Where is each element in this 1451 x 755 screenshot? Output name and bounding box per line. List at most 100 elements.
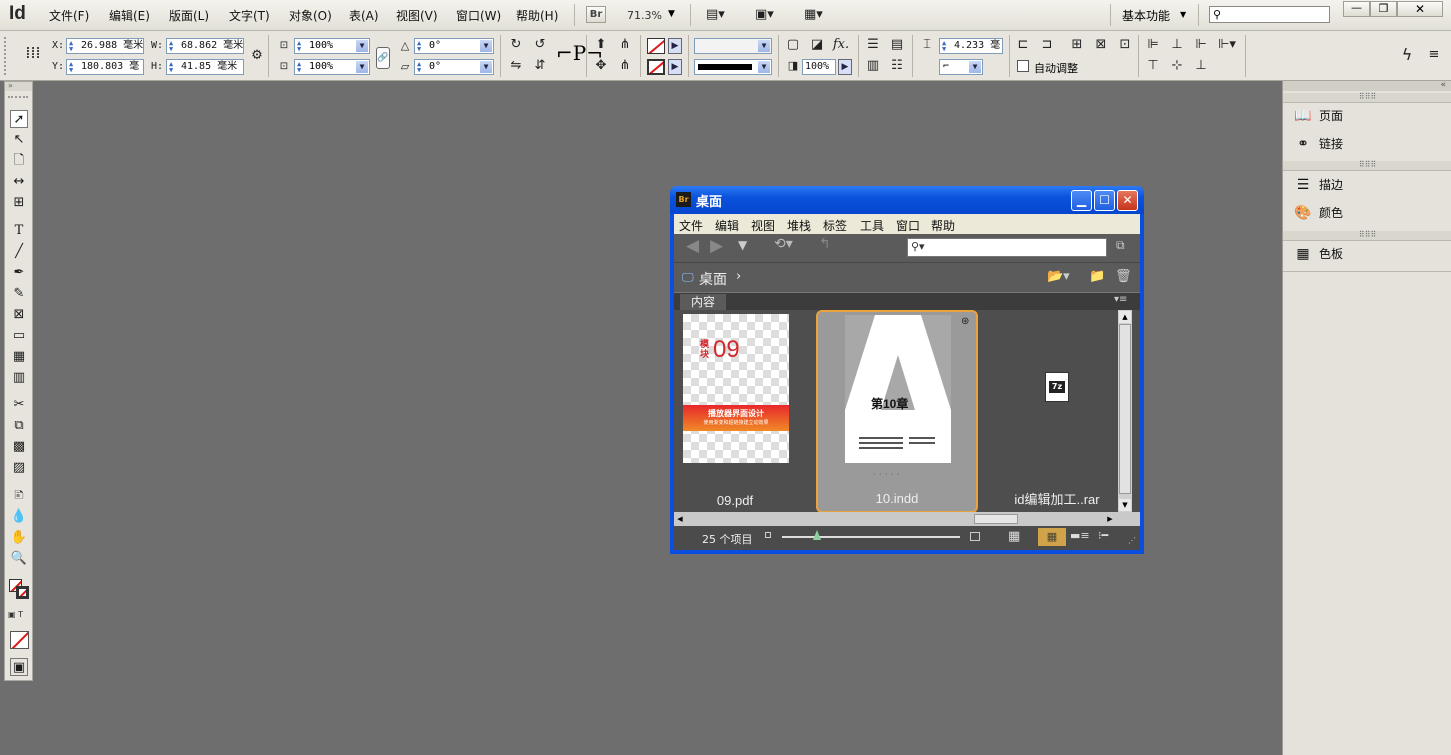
- type-tool-icon[interactable]: T: [10, 222, 28, 240]
- stroke-weight-dropdown[interactable]: ▼: [694, 38, 772, 54]
- close-button[interactable]: ✕: [1397, 1, 1443, 17]
- panel-grip[interactable]: [8, 96, 28, 99]
- bridge-menu-help[interactable]: 帮助: [931, 217, 955, 234]
- view-list-icon[interactable]: ⁝━: [1098, 529, 1108, 542]
- arrange-documents-icon[interactable]: ▦▾: [804, 6, 823, 24]
- breadcrumb-chevron-icon[interactable]: ›: [736, 269, 741, 284]
- formatting-affects-icon[interactable]: ▣ T: [8, 610, 23, 619]
- fill-stroke-swatches-icon[interactable]: [9, 579, 29, 599]
- pages-panel-tab[interactable]: 📖 页面: [1293, 105, 1343, 127]
- scissors-tool-icon[interactable]: ✂: [10, 396, 28, 414]
- panel-group-grip[interactable]: ⠿⠿⠿: [1283, 231, 1451, 241]
- flip-vertical-icon[interactable]: ⇵: [531, 57, 549, 75]
- eyedropper-tool-icon[interactable]: 💧: [10, 508, 28, 526]
- workspace-dropdown-icon[interactable]: ▼: [1180, 10, 1186, 19]
- scrollbar-thumb[interactable]: [1119, 324, 1131, 494]
- back-arrow-icon[interactable]: ◀: [686, 236, 699, 256]
- y-position-field[interactable]: ▲ ▼ 180.803 毫: [66, 59, 144, 75]
- menu-window[interactable]: 窗口(W): [456, 7, 501, 24]
- breadcrumb-desktop[interactable]: 桌面: [699, 269, 727, 289]
- hand-tool-icon[interactable]: ✋: [10, 529, 28, 547]
- dock-collapse-icon[interactable]: «: [1283, 81, 1451, 91]
- restore-button[interactable]: ❐: [1370, 1, 1397, 17]
- pencil-tool-icon[interactable]: ✎: [10, 285, 28, 303]
- constrain-proportions-icon[interactable]: ⚙: [248, 47, 266, 65]
- color-panel-tab[interactable]: 🎨 颜色: [1293, 202, 1343, 224]
- scroll-right-icon[interactable]: ▶: [1104, 513, 1116, 525]
- apply-none-icon[interactable]: [10, 631, 29, 649]
- content-collector-tool-icon[interactable]: ⊞: [10, 194, 28, 212]
- screen-mode-icon[interactable]: ▣▾: [755, 6, 774, 24]
- rectangle-frame-tool-icon[interactable]: ⊠: [10, 306, 28, 324]
- corner-shape-dropdown[interactable]: ⌐ ▼: [939, 59, 983, 75]
- shear-angle-dropdown[interactable]: ▲ ▼ 0° ▼: [414, 59, 494, 75]
- quick-apply-icon[interactable]: ϟ: [1398, 46, 1416, 64]
- thumbnail-item[interactable]: 模块 09 播放器界面设计 使用渐变和超链接建立动效果 09.pdf: [678, 310, 792, 513]
- thumbnail-large-icon[interactable]: [970, 532, 980, 541]
- bridge-maximize-button[interactable]: ☐: [1094, 190, 1115, 211]
- text-wrap-jump-icon[interactable]: ☷: [888, 57, 906, 75]
- grid-lock-icon[interactable]: ▦: [1008, 529, 1020, 544]
- fill-swatch-icon[interactable]: [647, 38, 665, 54]
- view-thumbnails-icon[interactable]: ▦: [1038, 528, 1066, 546]
- slider-handle[interactable]: [813, 530, 821, 540]
- align-right-icon[interactable]: ⊩: [1192, 36, 1210, 54]
- page-tool-icon[interactable]: 🗋: [10, 152, 28, 170]
- link-scale-icon[interactable]: 🔗: [376, 47, 390, 69]
- align-center-icon[interactable]: ⊥: [1168, 36, 1186, 54]
- bridge-menu-stack[interactable]: 堆栈: [787, 217, 811, 234]
- stroke-menu-icon[interactable]: ▶: [668, 59, 682, 75]
- align-bottom-icon[interactable]: ⊥: [1192, 57, 1210, 75]
- scale-y-dropdown[interactable]: ▲ ▼ 100% ▼: [294, 59, 370, 75]
- menu-help[interactable]: 帮助(H): [516, 7, 558, 24]
- menu-object[interactable]: 对象(O): [289, 7, 332, 24]
- bridge-close-button[interactable]: ✕: [1117, 190, 1138, 211]
- bridge-menu-label[interactable]: 标签: [823, 217, 847, 234]
- fill-menu-icon[interactable]: ▶: [668, 38, 682, 54]
- flip-horizontal-icon[interactable]: ⇋: [507, 57, 525, 75]
- drop-shadow-icon[interactable]: ▢: [784, 36, 802, 54]
- text-wrap-none-icon[interactable]: ☰: [864, 36, 882, 54]
- note-tool-icon[interactable]: 🗈: [10, 487, 28, 505]
- height-field[interactable]: ▲ ▼ 41.85 毫米: [166, 59, 244, 75]
- width-field[interactable]: ▲ ▼ 68.862 毫米: [166, 38, 244, 54]
- panel-menu-icon[interactable]: ▾≡: [1114, 294, 1127, 305]
- stroke-type-dropdown[interactable]: ▼: [694, 59, 772, 75]
- panel-group-grip[interactable]: ⠿⠿⠿: [1283, 93, 1451, 103]
- gradient-swatch-tool-icon[interactable]: ▩: [10, 438, 28, 456]
- fit-content-proportionally-icon[interactable]: ⊞: [1068, 36, 1086, 54]
- fit-content-to-frame-icon[interactable]: ⊐: [1038, 36, 1056, 54]
- opacity-menu-icon[interactable]: ▶: [838, 59, 852, 75]
- minimize-button[interactable]: —: [1343, 1, 1370, 17]
- thumbnail-size-slider[interactable]: [782, 536, 960, 538]
- return-to-app-icon[interactable]: ↰: [819, 236, 831, 252]
- view-details-icon[interactable]: ▬≡: [1070, 529, 1090, 542]
- align-left-icon[interactable]: ⊫: [1144, 36, 1162, 54]
- tools-collapse-icon[interactable]: »: [5, 82, 32, 91]
- menu-type[interactable]: 文字(T): [229, 7, 270, 24]
- select-previous-object-icon[interactable]: ⋔: [616, 36, 634, 54]
- bridge-menu-tools[interactable]: 工具: [860, 217, 884, 234]
- opacity-field[interactable]: 100%: [802, 59, 836, 75]
- vertical-grid-tool-icon[interactable]: ▥: [10, 369, 28, 387]
- menu-layout[interactable]: 版面(L): [169, 7, 209, 24]
- align-middle-icon[interactable]: ⊹: [1168, 57, 1186, 75]
- links-panel-tab[interactable]: ⚭ 链接: [1293, 133, 1343, 155]
- corner-size-field[interactable]: ▲ ▼ 4.233 毫: [939, 38, 1003, 54]
- zoom-tool-icon[interactable]: 🔍: [10, 550, 28, 568]
- effects-fx-icon[interactable]: fx.: [832, 36, 850, 54]
- bridge-minimize-button[interactable]: ▁: [1071, 190, 1092, 211]
- reference-point-icon[interactable]: ⁞⁞⁞: [24, 44, 42, 62]
- resize-grip-icon[interactable]: ⋰: [1128, 536, 1136, 545]
- help-search-field[interactable]: ⚲: [1209, 6, 1330, 23]
- thumbnail-small-icon[interactable]: [765, 532, 771, 538]
- scroll-up-icon[interactable]: ▲: [1119, 311, 1131, 323]
- stroke-panel-tab[interactable]: ☰ 描边: [1293, 174, 1343, 196]
- delete-icon[interactable]: 🗑: [1115, 269, 1132, 284]
- bridge-menu-edit[interactable]: 编辑: [715, 217, 739, 234]
- direct-selection-tool-icon[interactable]: ↖: [10, 131, 28, 149]
- workspace-switcher[interactable]: 基本功能: [1122, 7, 1170, 24]
- zoom-level[interactable]: 71.3%: [627, 9, 662, 22]
- select-next-object-icon[interactable]: ⋔: [616, 57, 634, 75]
- select-container-icon[interactable]: ⬆: [592, 36, 610, 54]
